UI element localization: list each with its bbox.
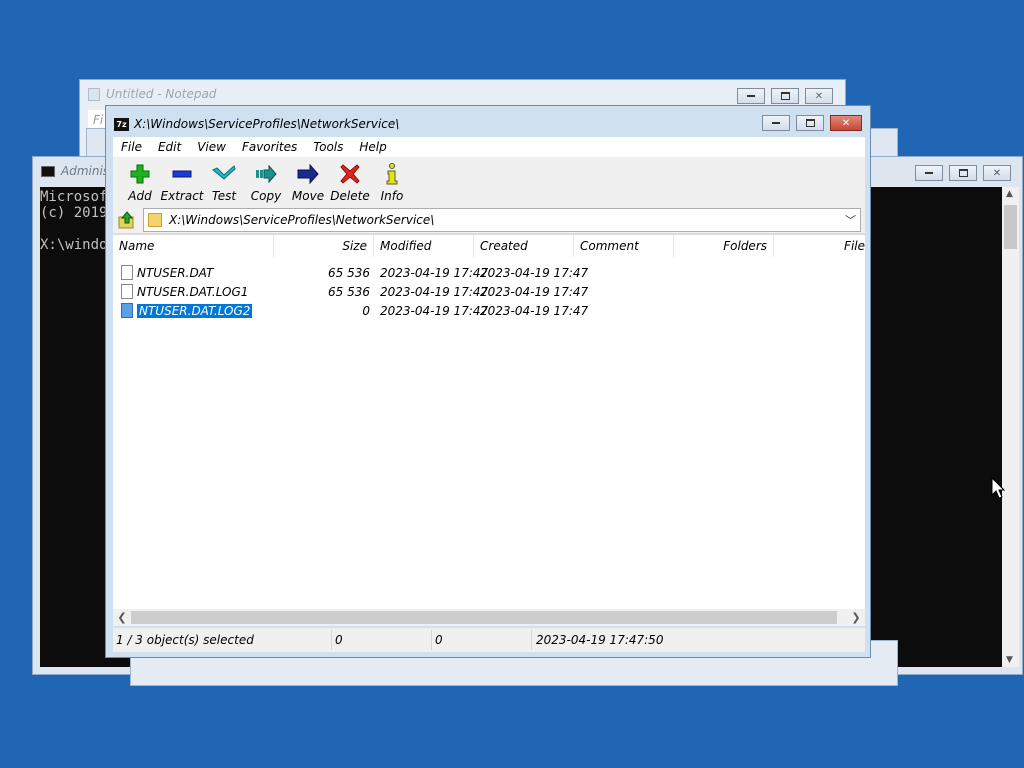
toolbar: Add Extract Test Copy Move Delete Info xyxy=(113,157,865,207)
table-row-selected[interactable]: NTUSER.DAT.LOG2 0 2023-04-19 17:47 2023-… xyxy=(113,301,865,320)
extract-label: Extract xyxy=(160,189,204,203)
chevron-down-icon[interactable]: ﹀ xyxy=(845,212,856,228)
file-icon xyxy=(121,265,133,280)
add-label: Add xyxy=(128,189,152,203)
address-input[interactable]: X:\Windows\ServiceProfiles\NetworkServic… xyxy=(143,208,861,232)
file-size: 0 xyxy=(362,303,370,318)
address-text: X:\Windows\ServiceProfiles\NetworkServic… xyxy=(169,213,435,227)
column-header-folders[interactable]: Folders xyxy=(674,235,774,257)
status-packed: 0 xyxy=(432,630,532,650)
add-button[interactable]: Add xyxy=(119,157,161,207)
file-list[interactable]: Name Size Modified Created Comment Folde… xyxy=(113,234,865,626)
file-created: 2023-04-19 17:47 xyxy=(480,303,589,318)
check-icon xyxy=(212,163,236,185)
horizontal-scrollbar[interactable]: ❮ ❯ xyxy=(113,609,865,626)
file-size: 65 536 xyxy=(328,265,370,280)
menu-favorites[interactable]: Favorites xyxy=(234,140,305,154)
status-bar: 1 / 3 object(s) selected 0 0 2023-04-19 … xyxy=(113,628,865,652)
7zip-maximize-button[interactable] xyxy=(796,115,824,131)
scroll-down-icon[interactable]: ▼ xyxy=(1006,655,1013,665)
file-size: 65 536 xyxy=(328,284,370,299)
file-name: NTUSER.DAT.LOG1 xyxy=(137,284,249,299)
scroll-up-icon[interactable]: ▲ xyxy=(1006,189,1013,199)
file-name-selected[interactable]: NTUSER.DAT.LOG2 xyxy=(135,302,254,319)
cmd-scrollbar[interactable]: ▲ ▼ xyxy=(1002,187,1019,667)
column-header-created[interactable]: Created xyxy=(474,235,574,257)
name-cell: NTUSER.DAT.LOG2 xyxy=(121,301,254,320)
menu-edit[interactable]: Edit xyxy=(150,140,189,154)
scroll-right-icon[interactable]: ❯ xyxy=(848,610,864,625)
file-modified: 2023-04-19 17:47 xyxy=(380,284,489,299)
notepad-title-bar[interactable]: Untitled - Notepad xyxy=(80,80,845,108)
horizontal-scroll-thumb[interactable] xyxy=(131,611,837,624)
info-icon xyxy=(385,163,399,185)
status-selection: 1 / 3 object(s) selected xyxy=(113,630,332,650)
7zip-minimize-button[interactable] xyxy=(762,115,790,131)
table-row[interactable]: NTUSER.DAT.LOG1 65 536 2023-04-19 17:47 … xyxy=(113,282,865,301)
file-created: 2023-04-19 17:47 xyxy=(480,284,589,299)
name-cell: NTUSER.DAT.LOG1 xyxy=(121,282,248,301)
copy-arrow-icon xyxy=(255,163,277,185)
copy-button[interactable]: Copy xyxy=(245,157,287,207)
extract-button[interactable]: Extract xyxy=(160,157,204,207)
delete-button[interactable]: Delete xyxy=(329,157,371,207)
move-label: Move xyxy=(291,189,325,203)
info-button[interactable]: Info xyxy=(371,157,413,207)
menu-tools[interactable]: Tools xyxy=(305,140,351,154)
address-bar: X:\Windows\ServiceProfiles\NetworkServic… xyxy=(113,207,865,233)
cmd-close-button[interactable]: ✕ xyxy=(983,165,1011,181)
move-button[interactable]: Move xyxy=(287,157,329,207)
move-arrow-icon xyxy=(297,163,319,185)
file-modified: 2023-04-19 17:47 xyxy=(380,265,489,280)
plus-icon xyxy=(130,163,150,185)
notepad-minimize-button[interactable] xyxy=(737,88,765,104)
menu-file[interactable]: File xyxy=(113,140,150,154)
name-cell: NTUSER.DAT xyxy=(121,263,213,282)
info-label: Info xyxy=(380,189,404,203)
menu-bar: File Edit View Favorites Tools Help xyxy=(113,137,865,157)
cmd-scroll-thumb[interactable] xyxy=(1004,205,1017,249)
delete-label: Delete xyxy=(330,189,370,203)
column-header-comment[interactable]: Comment xyxy=(574,235,674,257)
status-datetime: 2023-04-19 17:47:50 xyxy=(536,633,664,647)
test-button[interactable]: Test xyxy=(203,157,245,207)
cmd-maximize-button[interactable] xyxy=(949,165,977,181)
notepad-icon xyxy=(88,87,100,101)
file-modified: 2023-04-19 17:47 xyxy=(380,303,489,318)
7zip-app-icon: 7z xyxy=(114,117,129,131)
table-row[interactable]: NTUSER.DAT 65 536 2023-04-19 17:47 2023-… xyxy=(113,263,865,282)
column-header-files[interactable]: File xyxy=(774,235,865,257)
test-label: Test xyxy=(211,189,237,203)
cmd-title: Adminis xyxy=(61,164,110,178)
menu-help[interactable]: Help xyxy=(351,140,394,154)
file-icon xyxy=(121,303,133,318)
up-folder-button[interactable] xyxy=(116,209,138,231)
folder-icon xyxy=(148,213,162,227)
7zip-close-button[interactable]: ✕ xyxy=(830,115,862,131)
menu-view[interactable]: View xyxy=(189,140,234,154)
up-arrow-icon xyxy=(118,211,134,229)
column-header-modified[interactable]: Modified xyxy=(374,235,474,257)
notepad-maximize-button[interactable] xyxy=(771,88,799,104)
scroll-left-icon[interactable]: ❮ xyxy=(114,610,130,625)
column-header-name[interactable]: Name xyxy=(113,235,274,257)
file-created: 2023-04-19 17:47 xyxy=(480,265,589,280)
7zip-window[interactable]: 7z X:\Windows\ServiceProfiles\NetworkSer… xyxy=(105,105,871,658)
column-header-size[interactable]: Size xyxy=(274,235,374,257)
mouse-cursor-icon xyxy=(991,477,1005,499)
delete-x-icon xyxy=(340,163,360,185)
notepad-close-button[interactable]: ✕ xyxy=(805,88,833,104)
file-icon xyxy=(121,284,133,299)
copy-label: Copy xyxy=(250,189,282,203)
minus-icon xyxy=(172,163,192,185)
7zip-title: X:\Windows\ServiceProfiles\NetworkServic… xyxy=(134,117,400,131)
cmd-minimize-button[interactable] xyxy=(915,165,943,181)
cmd-icon xyxy=(41,165,55,177)
status-size: 0 xyxy=(332,630,432,650)
notepad-title: Untitled - Notepad xyxy=(106,87,217,101)
file-name: NTUSER.DAT xyxy=(137,265,214,280)
